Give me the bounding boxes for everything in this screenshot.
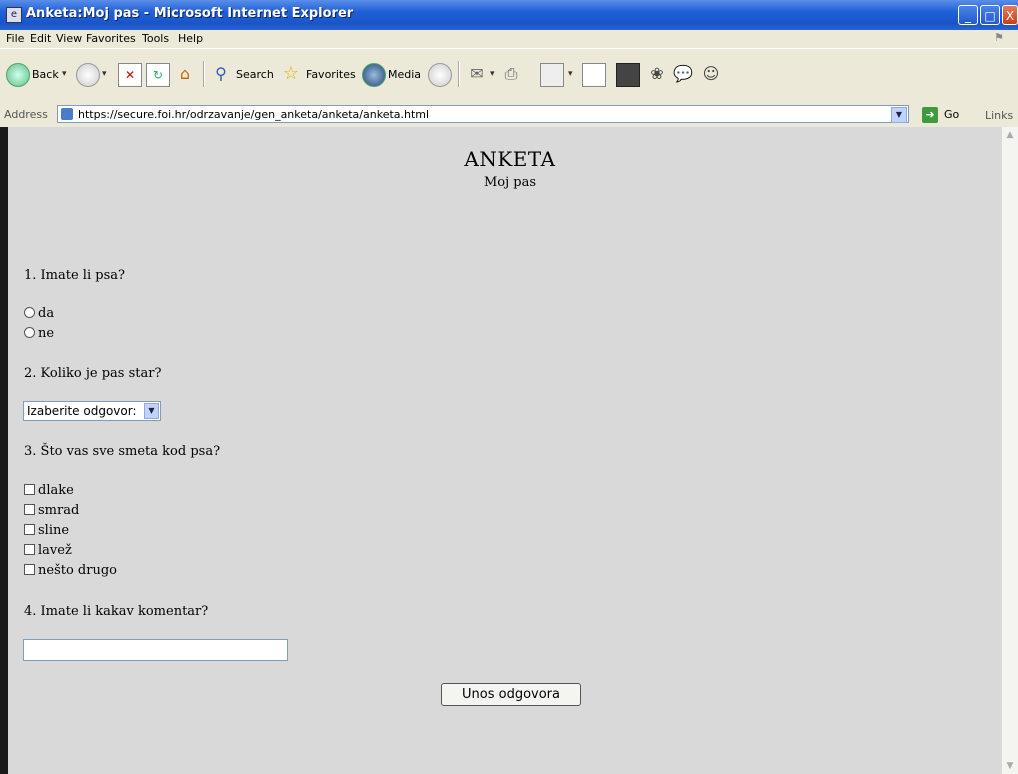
page-icon xyxy=(61,108,73,120)
checkbox-option-lavez[interactable]: lavež xyxy=(24,543,72,559)
back-button-label[interactable]: Back xyxy=(32,68,59,81)
print-icon[interactable]: ⎙ xyxy=(500,63,522,85)
menu-favorites[interactable]: Favorites xyxy=(86,32,136,45)
back-arrow-icon[interactable] xyxy=(6,63,30,87)
messenger-bubble-icon[interactable]: 💬 xyxy=(672,63,694,85)
vertical-scrollbar[interactable]: ▲ ▼ xyxy=(1001,127,1018,774)
page-title: ANKETA xyxy=(464,147,556,171)
back-dropdown-icon[interactable]: ▾ xyxy=(62,69,67,79)
forward-arrow-icon[interactable] xyxy=(76,63,100,87)
media-icon[interactable] xyxy=(362,63,386,87)
window-title: Anketa:Moj pas - Microsoft Internet Expl… xyxy=(26,6,354,21)
scroll-down-icon[interactable]: ▼ xyxy=(1003,759,1017,773)
checkbox-label: nešto drugo xyxy=(38,563,117,578)
left-frame-border xyxy=(0,127,8,774)
checkbox[interactable] xyxy=(24,504,35,515)
radio-option-da[interactable]: da xyxy=(24,306,54,322)
checkbox-label: lavež xyxy=(38,543,72,558)
radio-label: ne xyxy=(38,326,55,341)
radio-label: da xyxy=(38,306,55,321)
toolbar-addon-icon[interactable] xyxy=(616,63,640,87)
checkbox-option-sline[interactable]: sline xyxy=(24,523,69,539)
checkbox[interactable] xyxy=(24,524,35,535)
browser-window: e Anketa:Moj pas - Microsoft Internet Ex… xyxy=(0,0,1018,774)
question-1: 1. Imate li psa? xyxy=(24,268,125,283)
checkbox-option-dlake[interactable]: dlake xyxy=(24,483,74,499)
dog-age-select[interactable]: Izaberite odgovor: ▼ xyxy=(23,401,161,421)
radio-option-ne[interactable]: ne xyxy=(24,326,54,342)
favorites-star-icon[interactable]: ☆ xyxy=(280,63,302,85)
menu-file[interactable]: File xyxy=(6,32,24,45)
links-label[interactable]: Links xyxy=(985,109,1013,122)
edit-dropdown-icon[interactable]: ▾ xyxy=(568,69,573,79)
question-4: 4. Imate li kakav komentar? xyxy=(24,604,209,619)
flower-icon[interactable]: ❀ xyxy=(646,63,668,85)
search-icon[interactable]: ⚲ xyxy=(210,63,232,85)
refresh-icon[interactable]: ↻ xyxy=(146,63,170,87)
checkbox-option-nesto-drugo[interactable]: nešto drugo xyxy=(24,563,117,579)
history-icon[interactable] xyxy=(428,63,452,87)
menu-bar: File Edit View Favorites Tools Help xyxy=(0,30,1018,48)
menu-help[interactable]: Help xyxy=(178,32,203,45)
toolbar-separator xyxy=(203,61,205,87)
windows-logo-icon: ⚑ xyxy=(994,31,1004,44)
submit-button[interactable]: Unos odgovora xyxy=(441,683,581,706)
address-bar: Address https://secure.foi.hr/odrzavanje… xyxy=(0,103,1018,128)
minimize-button[interactable]: _ xyxy=(958,5,978,25)
mail-icon[interactable]: ✉ xyxy=(466,63,488,85)
mail-dropdown-icon[interactable]: ▾ xyxy=(490,69,495,79)
menu-edit[interactable]: Edit xyxy=(30,32,51,45)
select-value: Izaberite odgovor: xyxy=(27,404,137,418)
page-content: ANKETA Moj pas 1. Imate li psa? da ne 2.… xyxy=(8,127,1001,774)
go-label[interactable]: Go xyxy=(944,108,959,121)
ie-page-icon: e xyxy=(6,7,22,23)
checkbox[interactable] xyxy=(24,544,35,555)
discuss-icon[interactable] xyxy=(582,63,606,87)
checkbox-label: dlake xyxy=(38,483,74,498)
toolbar-separator xyxy=(458,61,460,87)
scroll-up-icon[interactable]: ▲ xyxy=(1003,128,1017,142)
checkbox-label: sline xyxy=(38,523,70,538)
edit-icon[interactable] xyxy=(540,63,564,87)
question-3: 3. Što vas sve smeta kod psa? xyxy=(24,444,221,459)
checkbox[interactable] xyxy=(24,484,35,495)
search-button-label[interactable]: Search xyxy=(236,68,274,81)
checkbox-option-smrad[interactable]: smrad xyxy=(24,503,79,519)
menu-view[interactable]: View xyxy=(56,32,82,45)
question-2: 2. Koliko je pas star? xyxy=(24,366,162,381)
radio-button[interactable] xyxy=(24,327,35,338)
go-button[interactable]: ➜ Go xyxy=(922,106,974,124)
menu-tools[interactable]: Tools xyxy=(142,32,169,45)
address-input[interactable]: https://secure.foi.hr/odrzavanje/gen_ank… xyxy=(57,105,909,123)
address-dropdown-icon[interactable]: ▼ xyxy=(891,107,907,123)
address-url[interactable]: https://secure.foi.hr/odrzavanje/gen_ank… xyxy=(78,108,429,121)
checkbox-label: smrad xyxy=(38,503,80,518)
media-button-label[interactable]: Media xyxy=(388,68,421,81)
toolbar: Back ▾ ▾ ✕ ↻ ⌂ ⚲ Search ☆ Favorites Medi… xyxy=(0,48,1018,104)
address-label: Address xyxy=(4,108,48,121)
messenger-people-icon[interactable]: ☺ xyxy=(700,63,722,85)
comment-input[interactable] xyxy=(23,639,288,661)
checkbox[interactable] xyxy=(24,564,35,575)
maximize-button[interactable]: □ xyxy=(980,5,1000,25)
page-subtitle: Moj pas xyxy=(483,175,537,190)
home-icon[interactable]: ⌂ xyxy=(174,63,196,85)
stop-icon[interactable]: ✕ xyxy=(118,63,142,87)
forward-dropdown-icon[interactable]: ▾ xyxy=(102,69,107,79)
chevron-down-icon[interactable]: ▼ xyxy=(144,403,159,419)
close-button[interactable]: X xyxy=(1002,5,1018,25)
title-bar: e Anketa:Moj pas - Microsoft Internet Ex… xyxy=(0,0,1018,30)
favorites-button-label[interactable]: Favorites xyxy=(306,68,356,81)
go-arrow-icon[interactable]: ➜ xyxy=(922,107,938,123)
radio-button[interactable] xyxy=(24,307,35,318)
